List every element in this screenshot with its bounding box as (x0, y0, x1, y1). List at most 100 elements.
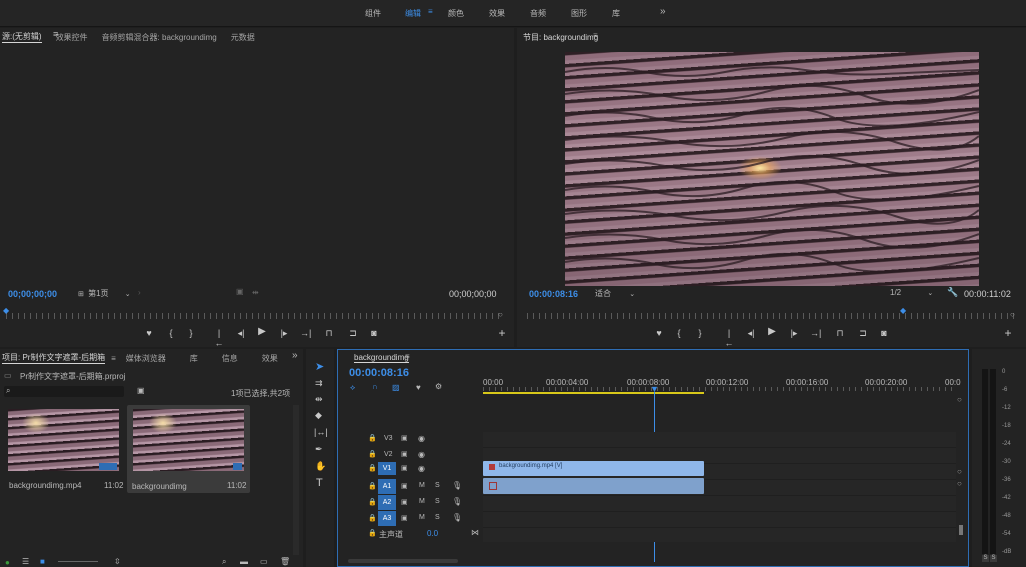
list-view-icon[interactable]: ☰ (22, 557, 29, 566)
zoom-slider[interactable] (58, 561, 98, 562)
play-icon[interactable]: ▶ (257, 327, 267, 337)
sync-icon[interactable]: ▣ (401, 514, 408, 522)
workspace-tab-libraries[interactable]: 库 (612, 8, 620, 19)
lock-icon[interactable]: 🔒 (368, 498, 377, 506)
pen-tool-icon[interactable]: ✒ (315, 444, 323, 454)
go-to-in-icon[interactable]: |← (214, 328, 224, 348)
step-forward-frame-icon[interactable]: |▸ (279, 328, 289, 338)
tab-source[interactable]: 源:(无剪辑) (2, 31, 42, 43)
linked-selection-icon[interactable]: ▨ (392, 383, 400, 392)
microphone-icon[interactable]: 🎙 (452, 497, 462, 506)
scroll-handle-icon[interactable]: ○ (957, 467, 962, 476)
lift-icon[interactable]: ⊓ (835, 328, 845, 338)
mute-button[interactable]: M (419, 482, 425, 489)
mark-out-icon[interactable]: } (186, 328, 196, 338)
workspace-menu-icon[interactable]: ≡ (428, 7, 433, 16)
workspace-more-icon[interactable]: » (660, 6, 666, 17)
go-to-out-icon[interactable]: →| (300, 328, 311, 338)
sync-icon[interactable]: ▣ (401, 498, 408, 506)
icon-view-icon[interactable]: ■ (40, 557, 45, 566)
tab-project[interactable]: 项目: Pr制作文字遮罩-后期箱 (2, 352, 106, 364)
microphone-icon[interactable]: 🎙 (452, 513, 462, 522)
sort-icon[interactable]: ⇳ (114, 557, 121, 566)
audio-clip[interactable] (483, 478, 704, 494)
sync-icon[interactable]: ▣ (401, 434, 408, 442)
panels-more-icon[interactable]: » (292, 350, 298, 361)
find-icon[interactable]: ⌕ (222, 557, 226, 567)
workspace-tab-effects[interactable]: 效果 (489, 8, 505, 19)
workspace-tab-assembly[interactable]: 组件 (365, 8, 381, 19)
sync-icon[interactable]: ▣ (401, 464, 408, 472)
lock-icon[interactable]: 🔒 (368, 434, 377, 442)
track-label[interactable]: V2 (384, 451, 393, 458)
eye-icon[interactable]: ◉ (418, 450, 425, 459)
project-item-selected[interactable]: backgroundimg 11:02 (127, 405, 250, 493)
mute-button[interactable]: M (419, 514, 425, 521)
lock-icon[interactable]: 🔒 (368, 464, 377, 472)
lock-icon[interactable]: 🔒 (368, 482, 377, 490)
wrench-icon[interactable]: 🔧 (947, 287, 958, 298)
insert-icon[interactable]: ⊓ (324, 328, 334, 338)
workspace-tab-graphics[interactable]: 图形 (571, 8, 587, 19)
program-ruler[interactable] (527, 313, 1017, 319)
add-marker-icon[interactable]: ♥ (144, 328, 154, 338)
add-button-icon[interactable]: + (1003, 327, 1013, 339)
track-target[interactable]: A2 (378, 495, 396, 510)
overwrite-icon[interactable]: ⊐ (348, 328, 358, 338)
eye-icon[interactable]: ◉ (418, 464, 425, 473)
horizontal-scrollbar[interactable] (348, 559, 458, 563)
program-timecode[interactable]: 00:00:08:16 (529, 289, 578, 299)
ripple-edit-tool-icon[interactable]: ⇹ (315, 394, 323, 404)
step-forward-icon[interactable]: › (138, 288, 141, 297)
tab-info[interactable]: 信息 (222, 353, 238, 364)
search-input[interactable]: ⌕ (4, 386, 124, 397)
mark-in-icon[interactable]: { (674, 328, 684, 338)
type-tool-icon[interactable]: T (316, 478, 323, 489)
master-end-icon[interactable]: ⋈ (471, 528, 479, 537)
step-forward-frame-icon[interactable]: |▸ (789, 328, 799, 338)
scroll-handle-icon[interactable]: ○ (957, 395, 962, 404)
extract-icon[interactable]: ⊐ (858, 328, 868, 338)
microphone-icon[interactable]: 🎙 (452, 481, 462, 490)
mute-button[interactable]: M (419, 498, 425, 505)
snap-icon[interactable]: ∩ (372, 382, 378, 391)
camera-icon[interactable]: ◙ (369, 328, 379, 338)
solo-button[interactable]: S (435, 498, 440, 505)
program-menu-icon[interactable]: ≡ (593, 31, 598, 40)
eye-icon[interactable]: ◉ (418, 434, 425, 443)
nest-icon[interactable]: ⟡ (350, 383, 355, 393)
resolution-select[interactable]: 1/2 ⌄ (890, 288, 938, 299)
solo-button[interactable]: S (990, 555, 997, 562)
sync-icon[interactable]: ▣ (401, 482, 408, 490)
razor-tool-icon[interactable]: ◆ (315, 410, 322, 420)
track-target[interactable]: V1 (378, 462, 396, 475)
source-ruler[interactable] (6, 313, 500, 319)
source-timecode[interactable]: 00;00;00;00 (8, 289, 57, 299)
tab-metadata[interactable]: 元数据 (231, 32, 255, 43)
program-playhead[interactable]: ◆ (900, 306, 906, 315)
track-target[interactable]: A1 (378, 479, 396, 494)
page-select[interactable]: ⊞ 第1页 ⌄ (78, 288, 132, 299)
add-marker-icon[interactable]: ♥ (416, 383, 421, 392)
workspace-tab-editing[interactable]: 编辑 (405, 8, 421, 19)
master-volume[interactable]: 0.0 (427, 529, 438, 538)
program-title[interactable]: 节目: backgroundimg (523, 32, 598, 43)
step-back-icon[interactable]: ◂| (236, 328, 246, 338)
solo-button[interactable]: S (435, 482, 440, 489)
track-select-tool-icon[interactable]: ⇉ (315, 378, 323, 388)
sync-icon[interactable]: ▣ (401, 450, 408, 458)
add-button-icon[interactable]: + (497, 327, 507, 339)
mark-out-icon[interactable]: } (695, 328, 705, 338)
scrollbar[interactable] (293, 405, 299, 555)
add-marker-icon[interactable]: ♥ (654, 328, 664, 338)
trash-icon[interactable]: 🗑 (280, 557, 290, 566)
mark-in-icon[interactable]: { (166, 328, 176, 338)
tab-effect-controls[interactable]: 效果控件 (56, 32, 88, 43)
solo-button[interactable]: S (982, 555, 989, 562)
project-menu-icon[interactable]: ≡ (111, 354, 116, 363)
wrench-icon[interactable]: ⚙ (435, 382, 442, 391)
timeline-menu-icon[interactable]: ≡ (405, 352, 410, 361)
selection-tool-icon[interactable]: ➤ (315, 362, 324, 373)
solo-button[interactable]: S (435, 514, 440, 521)
lock-icon[interactable]: ● (5, 558, 10, 567)
